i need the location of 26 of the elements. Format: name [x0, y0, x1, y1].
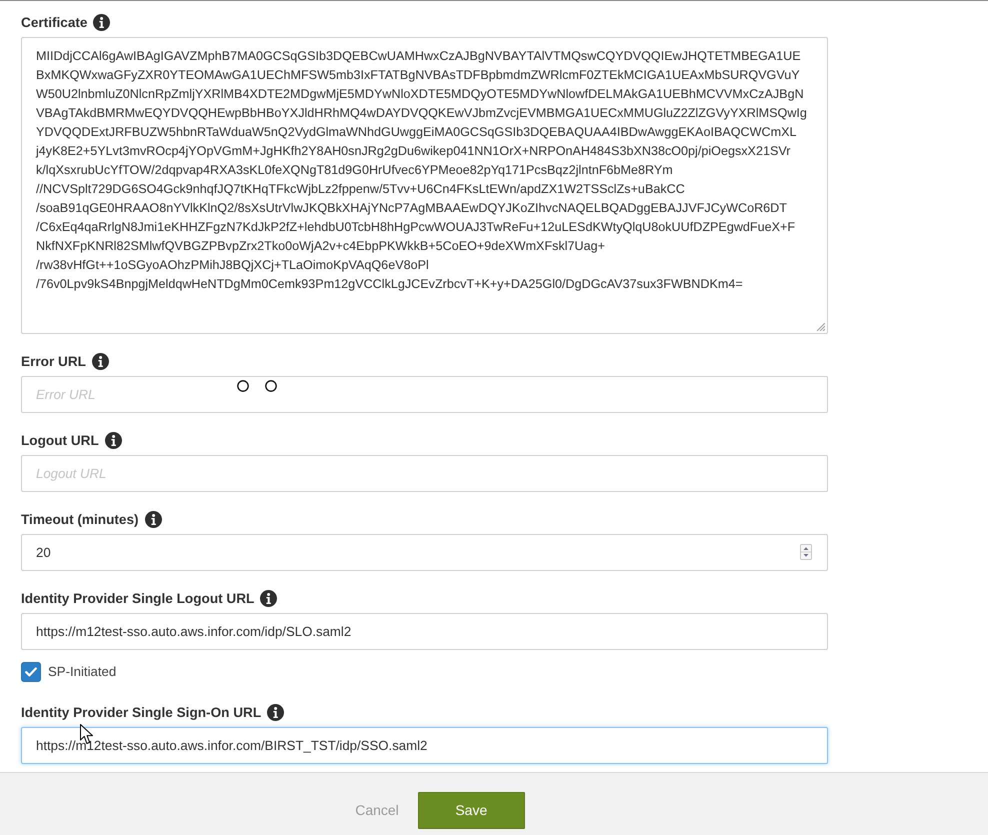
- checkbox[interactable]: [21, 662, 41, 682]
- info-icon[interactable]: [260, 590, 278, 607]
- field-label: Logout URL: [21, 432, 99, 449]
- field-label: Certificate: [21, 14, 88, 31]
- info-icon[interactable]: [144, 511, 162, 528]
- spinner-icon[interactable]: [800, 544, 812, 560]
- info-icon[interactable]: [93, 14, 110, 31]
- certificate-field[interactable]: MIIDdjCCAl6gAwIBAgIGAVZMphB7MA0GCSqGSIb3DQEBCwUAMHwxCzAJBgNVBAYTAlVTMQswCQYDVQQIEwJHQTETMBEGA1UE BxMKQWxwaGFyZXR0YTEOMAwGA1UEChMFSW5mb3IxFTATBgNVBAsTDFBpbmdmZWRlcmF0ZTEkMCIGA1UEAxMbSURQVGVuY W50U2lnbmluZ0NlcnRpZmljYXRlMB4XDTE2MDgwMjE5MDYwNloXDTE5MDQyOTE5MDYwNlowfDELMAkGA1UEBhMCVVMxCzAJBgN VBAgTAkdBMRMwEQYDVQQHEwpBbHBoYXJldHRhMQ4wDAYDVQQKEwVJbmZvcjEVMBMGA1UECxMMUGluZ2ZlZGVyYXRlMSQwIg YDVQQDExtJRFBUZW5hbnRTaWduaW5nQ2VydGlmaWNhdGUwggEiMA0GCSqGSIb3DQEBAQUAA4IBDwAwggEKAoIBAQCWCmXL j4yK8E2+5YLvt3mvROcp4jYOpVGmM+JgHKfh2Y8AH0snJRg2gDu6wikep041NN1OrX+NRPOnAH484S3bXN38cO0pj/piOegsxX21SVr k/lqXsxrubUcYfTOW/2dqpvap4RXA3sKL0feXQNgT81d9G0HrUfvec6YPMeoe82pYq171PcsBqz2jlntnF6bMe8RYm //NCVSplt729DG6SO4Gck9nhqfJQ7tKHqTFkcWjbLz2fppenw/5Tvv+U6Cn4FKsLtEWn/apdZX1W2TSSclZs+uBakCC /soaB91qGE0HRAAO8nYVlkKlnQ2/8sXsUtrVlwJKQBkXHAjYNcP7AgMBAAEwDQYJKoZIhvcNAQELBQADggEBAJJVFJCyWCoR6DT /C6xEq4qaRrlgN8Jmi1eKHHZFgzN7KdJkP2fZ+lehdbU0TcbH8hHgPcwWOUAJ3TwReFu+12uLESdKWtyQlqU8okUUfDZPEgwdFueX+F NkfNXFpKNRl82SMlwfQVBGZPBvpZrx2Tko0oWjA2v+c4EbpPKWkkB+5CoEO+9deXWmXFskl7Uag+ /rw38vHfGt++1oSGyoAOhzPMihJ8BQjXCj+TLaOimoKpVAqQ6eV8oPl /76v0Lpv9kS4BnpgjMeldqwHeNTDgMm0Cemk93Pm12gVCClkLgJCEvZrbcvT+K+y+DA25Gl0/DgDGcAV37sux3FWBNDKm4=: [21, 37, 828, 334]
- text-field[interactable]: https://m12test-sso.auto.aws.infor.com/BIRST_TST/idp/SSO.saml2: [21, 727, 828, 764]
- field-label: Identity Provider Single Logout URL: [21, 590, 254, 607]
- text-field[interactable]: Logout URL: [21, 455, 828, 492]
- field-label: Identity Provider Single Sign-On URL: [21, 704, 262, 721]
- ring-icon: [237, 380, 249, 392]
- info-icon[interactable]: [92, 353, 109, 370]
- checkbox-label: SP-Initiated: [48, 663, 116, 682]
- text-field[interactable]: https://m12test-sso.auto.aws.infor.com/idp/SLO.saml2: [21, 613, 828, 650]
- info-icon[interactable]: [267, 704, 284, 721]
- field-label: Error URL: [21, 353, 86, 370]
- resize-grip-icon[interactable]: [817, 323, 825, 331]
- info-icon[interactable]: [104, 432, 122, 449]
- save-button[interactable]: Save: [418, 792, 525, 829]
- text-field[interactable]: Error URL: [21, 376, 828, 413]
- ring-icon: [265, 380, 277, 392]
- number-field[interactable]: 20: [21, 534, 828, 571]
- field-label: Timeout (minutes): [21, 511, 139, 528]
- check-icon: [25, 667, 37, 677]
